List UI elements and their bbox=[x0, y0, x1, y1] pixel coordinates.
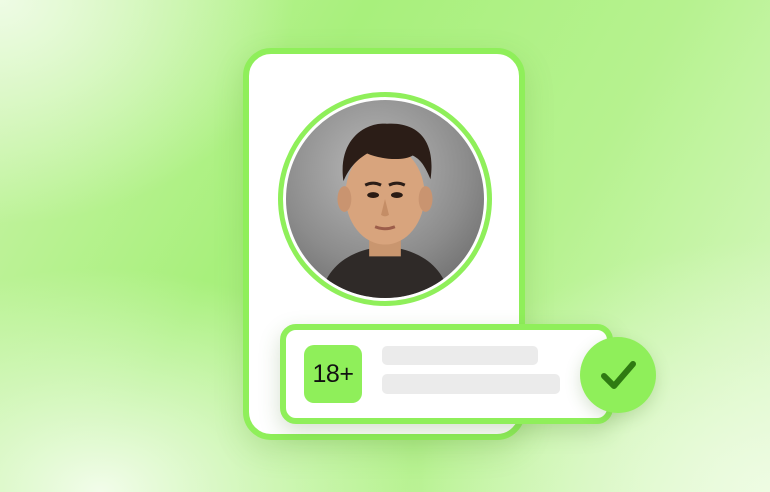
placeholder-line-secondary bbox=[382, 374, 560, 394]
checkmark-icon bbox=[601, 361, 636, 389]
placeholder-line-primary bbox=[382, 346, 538, 365]
profile-photo-frame bbox=[278, 92, 492, 306]
user-portrait-icon bbox=[286, 100, 484, 298]
age-badge: 18+ bbox=[304, 345, 362, 403]
age-badge-label: 18+ bbox=[312, 359, 354, 388]
verified-status-badge bbox=[580, 337, 656, 413]
